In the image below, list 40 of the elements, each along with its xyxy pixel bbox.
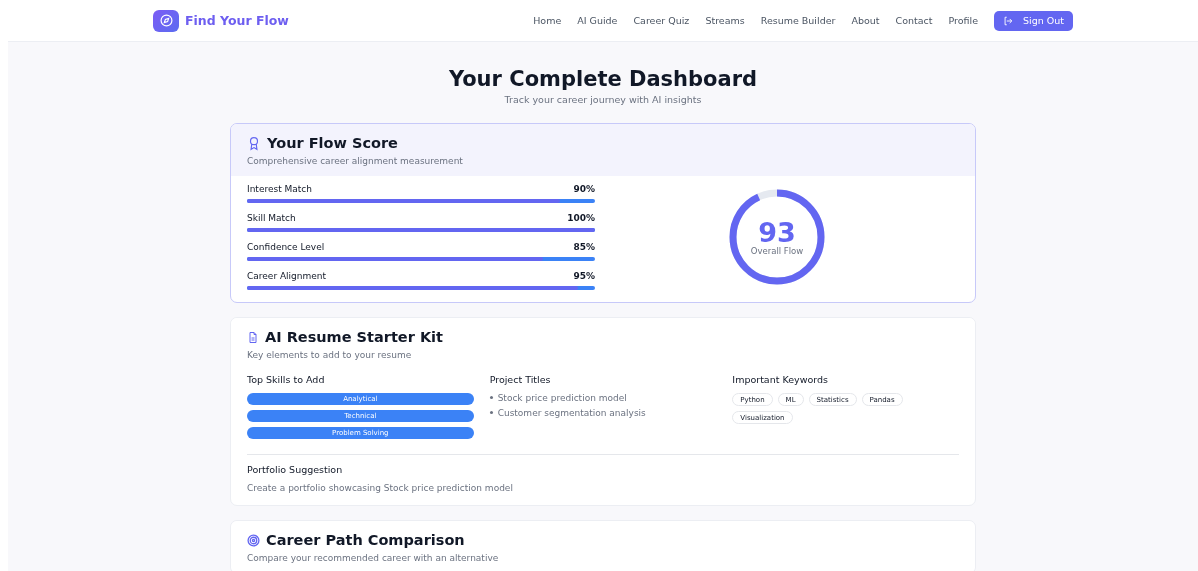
- card-title: Your Flow Score: [267, 135, 398, 151]
- brand-name[interactable]: Find Your Flow: [185, 13, 289, 28]
- nav-link[interactable]: About: [851, 15, 880, 26]
- portfolio-text: Create a portfolio showcasing Stock price prediction model: [247, 483, 514, 493]
- card-subtitle: Compare your recommended career with an alternative: [247, 553, 500, 563]
- nav-link[interactable]: Profile: [948, 15, 979, 26]
- metric-value: 100%: [567, 213, 595, 223]
- column-heading: Project Titles: [489, 374, 552, 385]
- nav-link[interactable]: Career Quiz: [633, 15, 690, 26]
- column-heading: Top Skills to Add: [247, 374, 326, 385]
- overall-label: Overall Flow: [750, 245, 804, 256]
- compass-logo-icon: [153, 9, 179, 32]
- sign-out-button[interactable]: Sign Out: [994, 10, 1073, 31]
- metric-label: Confidence Level: [247, 242, 325, 252]
- card-title: Career Path Comparison: [266, 532, 465, 548]
- column-heading: Important Keywords: [732, 374, 829, 385]
- nav-link[interactable]: Streams: [705, 15, 745, 26]
- nav-link[interactable]: AI Guide: [577, 15, 618, 26]
- overall-score: 93: [758, 218, 796, 246]
- page-title: Your Complete Dashboard: [448, 67, 758, 91]
- award-icon: [247, 135, 261, 151]
- project-item: Stock price prediction model: [489, 393, 717, 403]
- sign-out-icon: [1003, 15, 1014, 26]
- metric-label: Career Alignment: [247, 271, 327, 281]
- metric-label: Interest Match: [247, 184, 312, 194]
- target-icon: [247, 533, 260, 547]
- card-title: AI Resume Starter Kit: [265, 329, 444, 345]
- card-subtitle: Comprehensive career alignment measurement: [247, 156, 464, 166]
- nav-link[interactable]: Contact: [895, 15, 933, 26]
- nav-link[interactable]: Home: [533, 15, 562, 26]
- document-icon: [247, 330, 259, 344]
- portfolio-heading: Portfolio Suggestion: [247, 464, 344, 475]
- page-subtitle: Track your career journey with AI insights: [504, 94, 702, 105]
- project-item: Customer segmentation analysis: [489, 408, 717, 418]
- nav-link[interactable]: Resume Builder: [760, 15, 836, 26]
- card-subtitle: Key elements to add to your resume: [247, 350, 413, 360]
- metric-value: 90%: [573, 184, 595, 194]
- metric-label: Skill Match: [247, 213, 296, 223]
- metric-value: 95%: [573, 271, 595, 281]
- metric-value: 85%: [573, 242, 595, 252]
